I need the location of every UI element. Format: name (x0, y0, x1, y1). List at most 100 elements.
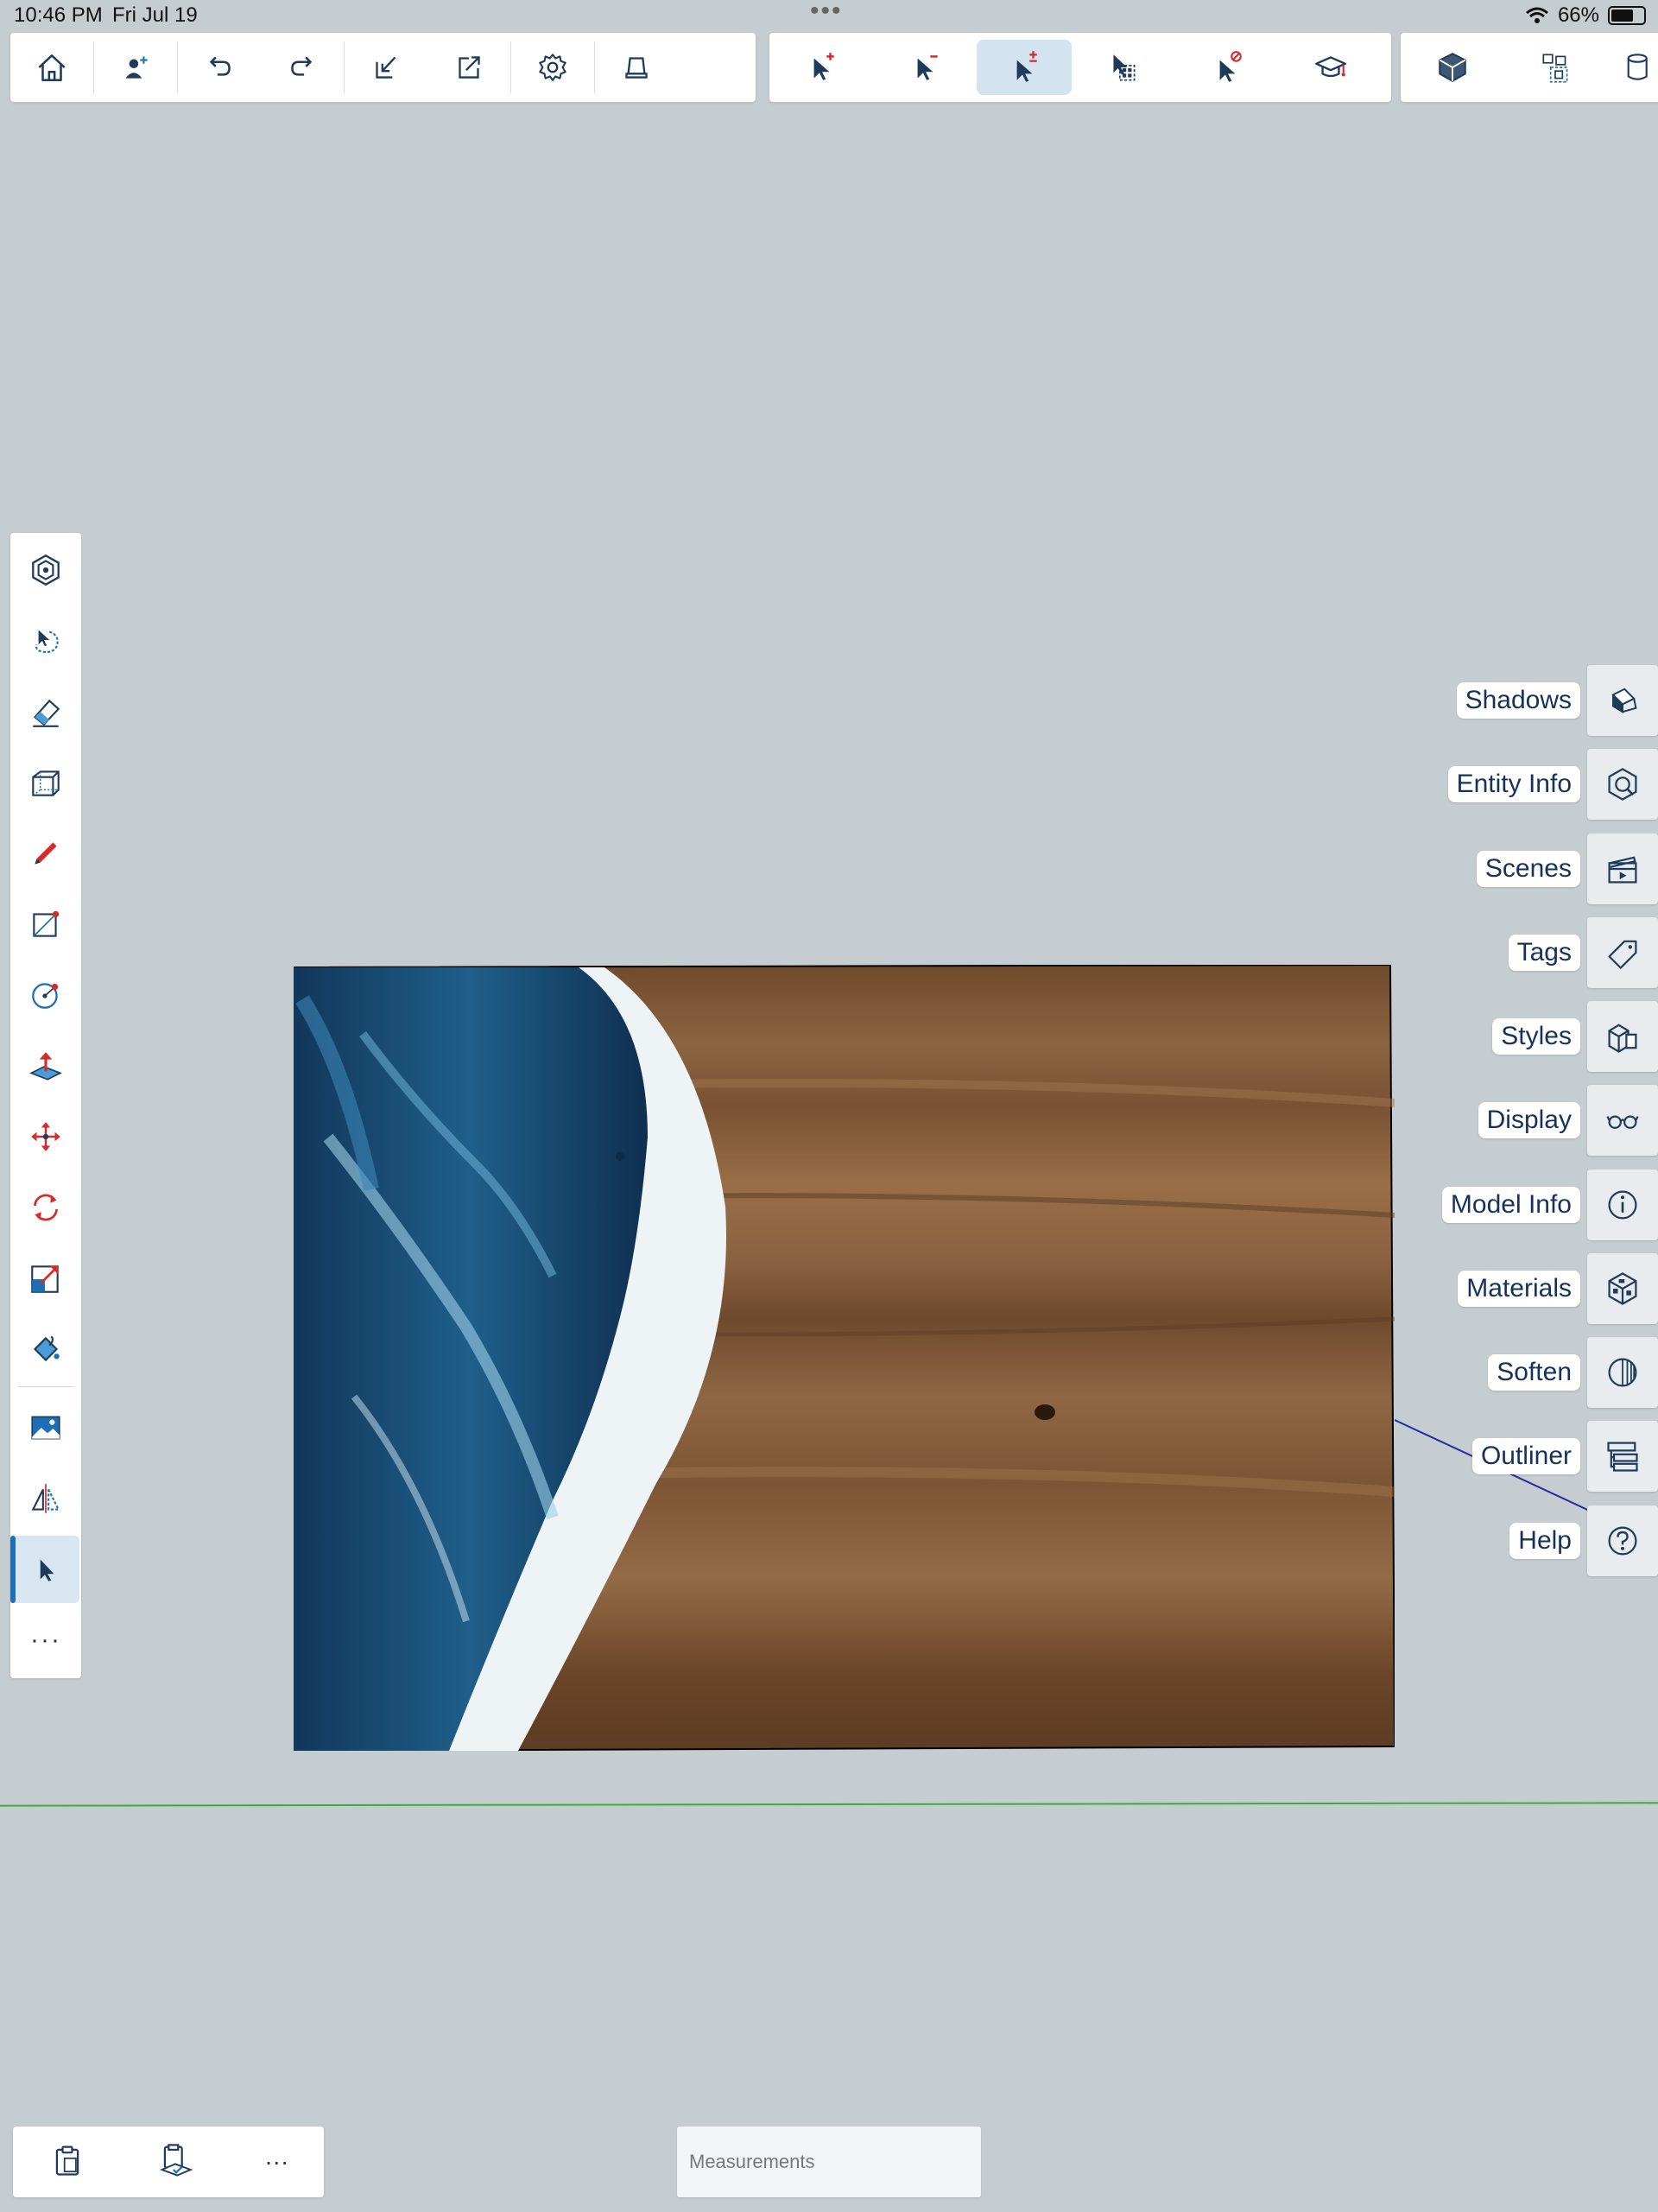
box-icon (32, 770, 60, 796)
layers-icon (1627, 54, 1648, 80)
left-toolbar: ··· (10, 533, 81, 1678)
redo-button[interactable] (261, 40, 344, 95)
multitask-dots[interactable]: ••• (810, 0, 843, 26)
paint-bucket-icon (33, 1335, 60, 1362)
select-none-button[interactable] (1175, 40, 1279, 95)
panel-label: Display (1478, 1102, 1580, 1138)
panel-label: Scenes (1476, 851, 1580, 887)
rectangle-button[interactable] (12, 891, 79, 958)
undo-button[interactable] (178, 40, 261, 95)
board-image[interactable] (294, 965, 1395, 1751)
status-date: Fri Jul 19 (112, 3, 198, 27)
materials-icon (1587, 1253, 1658, 1324)
panel-item-help[interactable]: Help (1509, 1505, 1658, 1576)
pencil-button[interactable] (12, 820, 79, 887)
image-button[interactable] (12, 1394, 79, 1461)
panel-item-materials[interactable]: Materials (1458, 1253, 1658, 1324)
status-right: 66% (1525, 3, 1646, 28)
lasso-select-button[interactable] (12, 607, 79, 675)
make-component-button[interactable] (1401, 40, 1504, 95)
make-group-button[interactable] (1504, 40, 1608, 95)
bottom-more-button[interactable]: ··· (264, 2148, 288, 2176)
panel-item-tags[interactable]: Tags (1508, 917, 1658, 988)
redo-icon (291, 56, 313, 76)
settings-button[interactable] (511, 40, 594, 95)
view-button[interactable] (595, 40, 678, 95)
more-icon: ··· (30, 1626, 61, 1654)
push-pull-box-button[interactable] (12, 749, 79, 816)
group-icon (1542, 54, 1568, 83)
paste-in-place-button[interactable] (156, 2141, 194, 2183)
panel-item-model-info[interactable]: Model Info (1441, 1169, 1658, 1240)
push-pull-button[interactable] (12, 1032, 79, 1100)
paint-bucket-button[interactable] (12, 1315, 79, 1383)
paste-button[interactable] (48, 2141, 86, 2183)
select-all-icon (1113, 54, 1136, 81)
panel-item-outliner[interactable]: Outliner (1471, 1421, 1658, 1492)
panel-item-styles[interactable]: Styles (1492, 1001, 1658, 1072)
collaborate-button[interactable] (94, 40, 177, 95)
panel-label: Styles (1492, 1018, 1580, 1055)
layers-button[interactable] (1608, 40, 1658, 95)
bottom-toolbar: ··· (13, 2126, 324, 2197)
entity-info-icon (1587, 749, 1658, 820)
panel-item-soften[interactable]: Soften (1488, 1337, 1658, 1408)
soften-icon (1587, 1337, 1658, 1408)
panel-item-scenes[interactable]: Scenes (1476, 833, 1658, 904)
glasses-icon (1587, 1085, 1658, 1156)
circle-button[interactable] (12, 961, 79, 1029)
panel-label: Entity Info (1447, 766, 1580, 802)
panel-item-display[interactable]: Display (1478, 1085, 1658, 1156)
rotate-icon (34, 1194, 58, 1221)
select-toggle-button[interactable] (977, 40, 1072, 95)
outliner-icon (1587, 1421, 1658, 1492)
top-toolbar-main (10, 33, 756, 102)
push-pull-icon (29, 1052, 62, 1081)
learn-button[interactable] (1279, 40, 1383, 95)
select-subtract-icon (917, 55, 938, 80)
add-person-icon (125, 56, 148, 79)
battery-icon (1608, 6, 1646, 25)
panel-item-shadows[interactable]: Shadows (1456, 665, 1658, 736)
select-subtract-button[interactable] (873, 40, 977, 95)
move-button[interactable] (12, 1103, 79, 1170)
import-icon (376, 56, 396, 79)
panel-label: Materials (1458, 1271, 1580, 1307)
panel-item-entity-info[interactable]: Entity Info (1447, 749, 1658, 820)
info-icon (1587, 1169, 1658, 1240)
rotate-button[interactable] (12, 1174, 79, 1241)
clipboard-icon (55, 2145, 79, 2176)
export-icon (459, 56, 480, 79)
rectangle-icon (33, 910, 60, 937)
circle-icon (32, 983, 59, 1009)
select-add-button[interactable] (769, 40, 873, 95)
panel-label: Tags (1508, 935, 1580, 971)
measurements-field[interactable]: Measurements (677, 2126, 981, 2197)
select-add-icon (813, 53, 834, 80)
orbit-icon (32, 554, 60, 586)
scale-icon (31, 1265, 59, 1293)
scale-button[interactable] (12, 1245, 79, 1312)
shadows-icon (1587, 665, 1658, 736)
status-bar: 10:46 PM Fri Jul 19 ••• 66% (0, 0, 1658, 31)
undo-icon (209, 56, 231, 76)
export-button[interactable] (427, 40, 510, 95)
mirror-icon (31, 1484, 60, 1513)
home-icon (38, 54, 66, 81)
scenes-icon (1587, 833, 1658, 904)
home-button[interactable] (10, 40, 93, 95)
select-button[interactable] (10, 1536, 79, 1603)
wifi-icon (1525, 7, 1548, 23)
green-axis-line (0, 1802, 1658, 1807)
import-button[interactable] (345, 40, 427, 95)
eraser-icon (33, 699, 60, 727)
status-time: 10:46 PM (14, 3, 103, 27)
orbit-tool-button[interactable] (12, 536, 79, 604)
more-tools-button[interactable]: ··· (12, 1607, 79, 1674)
eraser-button[interactable] (12, 678, 79, 745)
top-toolbar-selection (769, 33, 1391, 102)
select-all-button[interactable] (1072, 40, 1175, 95)
lasso-icon (35, 630, 59, 654)
cursor-icon (40, 1559, 54, 1581)
mirror-button[interactable] (12, 1465, 79, 1532)
